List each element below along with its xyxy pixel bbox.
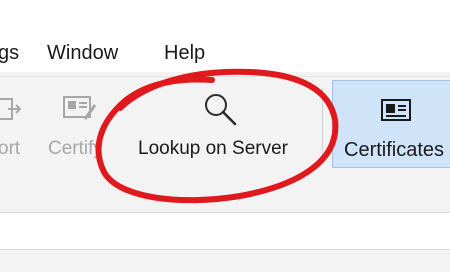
toolbar-bottom-area <box>0 172 450 212</box>
certify-button[interactable]: Certify <box>46 77 116 173</box>
content-area <box>0 212 450 250</box>
certificates-button[interactable]: Certificates <box>332 80 450 168</box>
menu-settings[interactable]: gs <box>0 41 19 65</box>
export-label: ort <box>0 138 21 159</box>
magnifier-icon <box>205 94 237 126</box>
certify-icon <box>63 96 97 120</box>
certificates-label: Certificates <box>344 139 445 161</box>
certificate-card-icon <box>381 99 411 121</box>
toolbar-separator <box>322 88 323 158</box>
menu-help[interactable]: Help <box>164 41 205 65</box>
export-icon <box>0 98 22 120</box>
menu-bar: gs Window Help <box>0 0 450 72</box>
export-button[interactable]: ort <box>0 77 30 173</box>
certify-label: Certify <box>48 138 103 159</box>
lookup-on-server-button[interactable]: Lookup on Server <box>132 77 312 173</box>
menu-window[interactable]: Window <box>47 41 118 65</box>
lookup-on-server-label: Lookup on Server <box>138 138 288 159</box>
